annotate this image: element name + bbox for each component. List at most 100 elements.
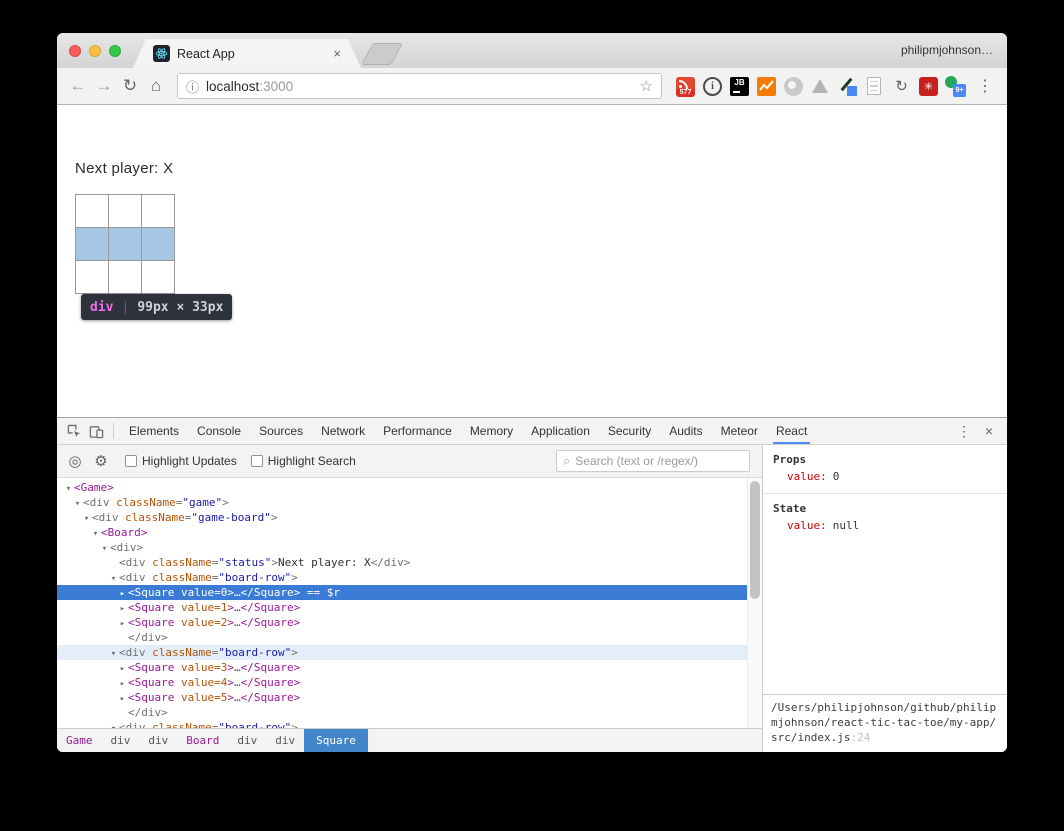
back-icon[interactable]: ←	[67, 76, 89, 96]
info-extension-icon[interactable]: i	[703, 77, 722, 96]
session-restore-extension-icon[interactable]: ↻	[892, 77, 911, 96]
board-square[interactable]	[109, 228, 142, 261]
forward-icon[interactable]: →	[93, 76, 115, 96]
reload-icon[interactable]: ↻	[119, 76, 141, 96]
breadcrumb-item-square[interactable]: Square	[304, 729, 368, 752]
breadcrumb-item-div[interactable]: div	[102, 729, 140, 752]
devtools-close-icon[interactable]: ×	[985, 423, 993, 439]
tree-scrollbar[interactable]	[747, 478, 762, 728]
devtools-tab-memory[interactable]: Memory	[461, 418, 522, 444]
devtools-overflow-icon[interactable]: ⋮	[957, 423, 971, 440]
source-file-path[interactable]: /Users/philipjohnson/github/philipmjohns…	[763, 694, 1007, 752]
board-square[interactable]	[109, 195, 142, 228]
counter-extension-icon[interactable]: 9+	[946, 77, 965, 96]
code-segment: className	[116, 496, 176, 509]
search-input[interactable]	[575, 454, 743, 468]
code-segment: <div	[119, 571, 152, 584]
minimize-window-button[interactable]	[89, 45, 101, 57]
document-extension-icon[interactable]	[865, 77, 884, 96]
site-info-icon[interactable]: ⓘ	[186, 77, 199, 96]
board-square[interactable]	[142, 261, 175, 294]
breadcrumb-item-div[interactable]: div	[266, 729, 304, 752]
breadcrumb-item-board[interactable]: Board	[177, 729, 228, 752]
tree-row[interactable]: ▾<Game>	[57, 480, 762, 495]
devtools-tab-performance[interactable]: Performance	[374, 418, 461, 444]
tree-row[interactable]: ▾<div className="game-board">	[57, 510, 762, 525]
property-entry[interactable]: value:0	[773, 469, 997, 484]
breadcrumb-item-game[interactable]: Game	[57, 729, 102, 752]
board-square[interactable]	[76, 261, 109, 294]
devtools-tab-react[interactable]: React	[767, 418, 816, 444]
chrome-menu-icon[interactable]: ⋮	[969, 76, 997, 96]
code-segment: <div	[92, 511, 125, 524]
next-player-status: Next player: X	[75, 160, 173, 177]
checkbox-box[interactable]	[125, 455, 137, 467]
tree-row[interactable]: </div>	[57, 630, 762, 645]
tree-row[interactable]: ▾<div className="board-row">	[57, 570, 762, 585]
tree-row[interactable]: ▸<Square value=0>…</Square> == $r	[57, 585, 762, 600]
property-value: 0	[833, 470, 840, 483]
close-window-button[interactable]	[69, 45, 81, 57]
devtools-tab-console[interactable]: Console	[188, 418, 250, 444]
code-segment: value=0	[181, 586, 227, 599]
drive-extension-icon[interactable]	[811, 77, 830, 96]
colorpicker-extension-icon[interactable]	[838, 77, 857, 96]
devtools-tab-application[interactable]: Application	[522, 418, 599, 444]
tree-row[interactable]: ▾<div>	[57, 540, 762, 555]
tree-row[interactable]: ▾<div className="board-row">	[57, 645, 762, 660]
tree-row[interactable]: ▸<Square value=4>…</Square>	[57, 675, 762, 690]
address-bar[interactable]: ⓘ localhost :3000 ☆	[177, 73, 662, 99]
tab-close-icon[interactable]: ×	[333, 46, 341, 61]
zoom-window-button[interactable]	[109, 45, 121, 57]
new-tab-button[interactable]	[361, 43, 403, 65]
scrollbar-thumb[interactable]	[750, 481, 760, 599]
home-icon[interactable]: ⌂	[145, 76, 167, 96]
profile-name[interactable]: philipmjohnson…	[901, 43, 993, 57]
device-toolbar-icon[interactable]	[85, 421, 107, 441]
extension-icons: 577 i JB ↻ ✳ 9+	[672, 77, 965, 96]
tree-row[interactable]: ▸<Square value=2>…</Square>	[57, 615, 762, 630]
analytics-extension-icon[interactable]	[757, 77, 776, 96]
devtools-tab-sources[interactable]: Sources	[250, 418, 312, 444]
tooltip-separator: |	[121, 300, 129, 315]
browser-tab[interactable]: React App ×	[133, 39, 361, 68]
expand-arrow-icon[interactable]: ▾	[108, 722, 119, 728]
board-square[interactable]	[109, 261, 142, 294]
tree-row[interactable]: </div>	[57, 705, 762, 720]
breadcrumb-item-div[interactable]: div	[139, 729, 177, 752]
devtools-tab-security[interactable]: Security	[599, 418, 660, 444]
property-value: null	[833, 519, 860, 532]
tree-row[interactable]: ▸<Square value=3>…</Square>	[57, 660, 762, 675]
board-square[interactable]	[142, 195, 175, 228]
tree-row[interactable]: ▾<Board>	[57, 525, 762, 540]
jetbrains-extension-icon[interactable]: JB	[730, 77, 749, 96]
devtools-tab-meteor[interactable]: Meteor	[712, 418, 767, 444]
board-square[interactable]	[76, 228, 109, 261]
state-section: State value:null	[763, 494, 1007, 542]
board-square[interactable]	[142, 228, 175, 261]
rss-extension-icon[interactable]: 577	[676, 77, 695, 96]
tree-row[interactable]: ▸<Square value=1>…</Square>	[57, 600, 762, 615]
devtools-tab-audits[interactable]: Audits	[660, 418, 711, 444]
webscraper-extension-icon[interactable]: ✳	[919, 77, 938, 96]
code-segment: "status"	[218, 556, 271, 569]
bookmark-star-icon[interactable]: ☆	[640, 77, 653, 95]
property-entry[interactable]: value:null	[773, 518, 997, 533]
inspect-element-icon[interactable]	[63, 421, 85, 441]
comet-extension-icon[interactable]	[784, 77, 803, 96]
tree-row[interactable]: ▾<div className="game">	[57, 495, 762, 510]
tree-row[interactable]: ▸<Square value=5>…</Square>	[57, 690, 762, 705]
code-segment: <div	[119, 646, 152, 659]
tree-row[interactable]: ▾<div className="board-row">	[57, 720, 762, 728]
select-element-target-icon[interactable]: ◎	[65, 452, 85, 470]
devtools-tab-network[interactable]: Network	[312, 418, 374, 444]
tree-row[interactable]: <div className="status">Next player: X</…	[57, 555, 762, 570]
devtools-tab-elements[interactable]: Elements	[120, 418, 188, 444]
highlight-updates-checkbox[interactable]: Highlight Updates	[125, 454, 237, 468]
highlight-search-checkbox[interactable]: Highlight Search	[251, 454, 356, 468]
settings-gear-icon[interactable]: ⚙	[91, 452, 111, 470]
tree-search-box[interactable]: ⌕	[556, 450, 750, 472]
breadcrumb-item-div[interactable]: div	[228, 729, 266, 752]
checkbox-box[interactable]	[251, 455, 263, 467]
board-square[interactable]	[76, 195, 109, 228]
